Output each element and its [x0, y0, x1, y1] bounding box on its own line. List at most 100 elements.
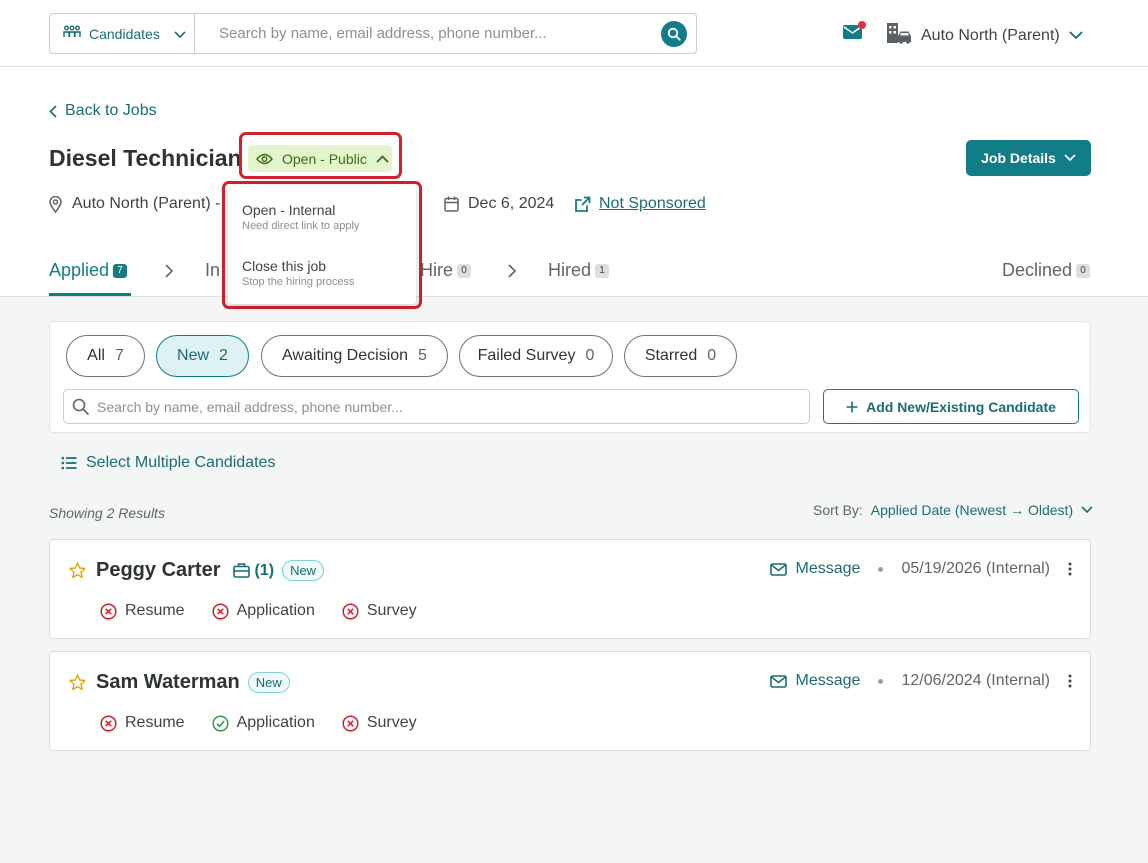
list-icon	[61, 456, 77, 470]
x-circle-icon	[212, 602, 229, 620]
job-location: Auto North (Parent) -	[49, 195, 221, 213]
people-icon	[63, 25, 81, 42]
x-circle-icon	[342, 714, 359, 732]
stage-applied[interactable]: Applied 7	[49, 260, 128, 281]
message-button[interactable]: Message	[769, 672, 861, 690]
add-candidate-button[interactable]: Add New/Existing Candidate	[823, 389, 1079, 424]
filter-chip-all[interactable]: All 7	[66, 335, 145, 377]
job-status-toggle[interactable]: Open - Public	[248, 145, 392, 172]
message-label: Message	[795, 560, 861, 577]
applied-date: 05/19/2026 (Internal)	[901, 560, 1050, 577]
chevron-up-icon	[376, 154, 389, 163]
applied-date: 12/06/2024 (Internal)	[901, 672, 1050, 689]
status-dropdown-menu: Open - Internal Need direct link to appl…	[228, 186, 416, 304]
separator-dot	[878, 566, 884, 572]
chip-label: Starred	[644, 347, 698, 364]
check-survey: Survey	[342, 714, 417, 732]
job-date: Dec 6, 2024	[444, 195, 554, 213]
add-candidate-label: Add New/Existing Candidate	[866, 398, 1056, 415]
org-switcher[interactable]: Auto North (Parent)	[886, 22, 1083, 49]
stage-count: 1	[595, 263, 610, 278]
calendar-icon	[444, 196, 459, 212]
external-link-icon	[575, 196, 591, 212]
stage-label: Applied	[49, 260, 110, 280]
candidate-search-input[interactable]	[97, 398, 809, 415]
stage-label: In	[205, 260, 221, 280]
filter-chip-failed-survey[interactable]: Failed Survey 0	[459, 335, 613, 377]
select-multiple-button[interactable]: Select Multiple Candidates	[61, 454, 275, 472]
separator-dot	[878, 678, 884, 684]
check-label: Application	[236, 602, 315, 619]
location-pin-icon	[49, 195, 62, 213]
check-label: Application	[236, 714, 315, 731]
chip-count: 2	[219, 347, 228, 364]
entity-select[interactable]: Candidates	[50, 14, 195, 53]
check-resume: Resume	[100, 602, 185, 620]
check-application: Application	[212, 602, 315, 620]
filter-card: All 7 New 2 Awaiting Decision 5 Failed S…	[49, 321, 1091, 433]
chip-label: Awaiting Decision	[282, 347, 409, 364]
more-options-icon[interactable]	[1068, 562, 1072, 576]
check-label: Survey	[366, 714, 417, 731]
sort-value: Applied Date (Newest → Oldest)	[870, 502, 1074, 518]
notifications-button[interactable]	[843, 21, 866, 42]
candidate-card[interactable]: Sam Waterman New Message 12/06/2024 (Int…	[49, 651, 1091, 751]
check-label: Resume	[125, 602, 185, 619]
applications-count[interactable]: (1)	[232, 561, 275, 580]
back-to-jobs-link[interactable]: Back to Jobs	[49, 102, 157, 120]
active-stage-indicator	[49, 293, 131, 296]
candidate-name[interactable]: Sam Waterman	[96, 671, 240, 694]
chevron-down-icon	[1064, 154, 1076, 162]
check-circle-icon	[212, 714, 229, 732]
chevron-right-icon	[508, 264, 516, 278]
sort-label: Sort By:	[813, 502, 863, 518]
check-survey: Survey	[342, 602, 417, 620]
menu-item-label: Open - Internal	[242, 202, 336, 218]
filter-chip-awaiting-decision[interactable]: Awaiting Decision 5	[261, 335, 448, 377]
more-options-icon[interactable]	[1068, 674, 1072, 688]
status-badge: New	[282, 560, 325, 581]
sort-control[interactable]: Sort By: Applied Date (Newest → Oldest)	[813, 502, 1093, 518]
candidate-name[interactable]: Peggy Carter	[96, 559, 221, 582]
filter-chip-new[interactable]: New 2	[156, 335, 249, 377]
stage-interview[interactable]: In	[205, 260, 220, 281]
sponsorship-link[interactable]: Not Sponsored	[574, 195, 706, 213]
chip-label: New	[177, 347, 210, 364]
stage-declined[interactable]: Declined 0	[1002, 260, 1091, 281]
stage-count: 0	[457, 263, 472, 278]
job-details-button[interactable]: Job Details	[966, 140, 1091, 176]
global-search-input[interactable]	[195, 14, 696, 53]
candidate-checks: Resume Application Survey	[100, 602, 417, 620]
global-search	[195, 14, 696, 53]
building-car-icon	[886, 22, 912, 49]
stage-hire[interactable]: Hire 0	[420, 260, 472, 281]
check-application: Application	[212, 714, 315, 732]
pipeline-stages: Applied 7 In Hire 0 Hired 1 Declined 0	[0, 253, 1148, 297]
stage-hired[interactable]: Hired 1	[548, 260, 610, 281]
job-header: Back to Jobs Diesel Technician Open - Pu…	[0, 67, 1148, 297]
menu-item-open-internal[interactable]: Open - Internal Need direct link to appl…	[242, 202, 359, 232]
search-button[interactable]	[661, 21, 687, 47]
entity-select-label: Candidates	[89, 25, 160, 42]
applications-count-label: (1)	[254, 561, 275, 579]
check-label: Survey	[366, 602, 417, 619]
stage-label: Hired	[548, 260, 592, 280]
candidate-header: Sam Waterman New	[69, 671, 290, 694]
menu-item-close-job[interactable]: Close this job Stop the hiring process	[242, 258, 355, 288]
chevron-right-icon	[165, 264, 173, 278]
filter-chip-starred[interactable]: Starred 0	[624, 335, 737, 377]
chip-label: Failed Survey	[477, 347, 576, 364]
star-icon[interactable]	[69, 674, 86, 691]
back-to-jobs-label: Back to Jobs	[65, 102, 157, 119]
sponsorship-label: Not Sponsored	[599, 195, 706, 212]
message-label: Message	[795, 672, 861, 689]
notification-dot	[858, 21, 866, 29]
message-button[interactable]: Message	[769, 560, 861, 578]
search-icon	[667, 27, 681, 41]
star-icon[interactable]	[69, 562, 86, 579]
candidate-card[interactable]: Peggy Carter (1) New Message 05/19/2026 …	[49, 539, 1091, 639]
eye-icon	[256, 153, 273, 164]
chevron-down-icon	[1069, 27, 1083, 45]
menu-item-description: Need direct link to apply	[242, 220, 360, 232]
chip-count: 7	[114, 347, 124, 364]
